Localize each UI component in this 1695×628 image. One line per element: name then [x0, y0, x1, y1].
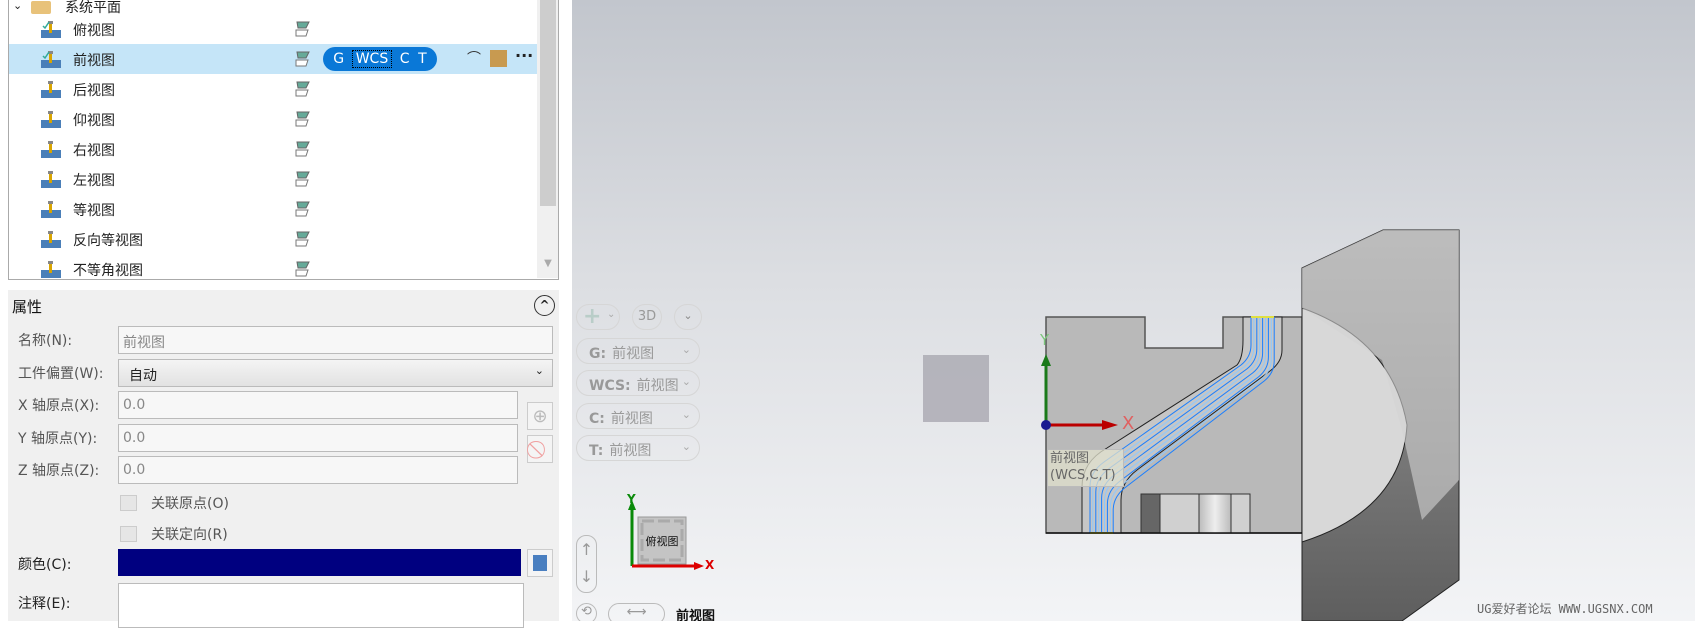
tree-row-label: 左视图: [73, 173, 115, 189]
assoc-origin-checkbox[interactable]: [120, 495, 137, 511]
tree-row[interactable]: 不等角视图: [9, 254, 538, 279]
regenerate-icon[interactable]: [293, 259, 313, 279]
pill-g[interactable]: G: [333, 51, 344, 67]
tree-row-label: 等视图: [73, 203, 115, 219]
wcs-view-label: 前视图 (WCS,C,T): [1047, 449, 1124, 487]
plane-icon: [41, 261, 61, 278]
plane-icon: [41, 51, 61, 68]
offset-select[interactable]: 自动 ⌄: [118, 359, 553, 387]
pill-c[interactable]: C: [400, 51, 410, 67]
plane-icon: [41, 111, 61, 128]
crosshair-icon: ⊕: [532, 405, 548, 427]
scene: [628, 229, 1460, 621]
tree-row[interactable]: 反向等视图: [9, 224, 538, 254]
offset-value: 自动: [129, 368, 157, 384]
pan-vertical-button[interactable]: ↑ ↓: [576, 535, 597, 593]
tree-row-label: 不等角视图: [73, 263, 143, 279]
tree-row-label: 前视图: [73, 53, 115, 69]
regenerate-icon[interactable]: [293, 139, 313, 159]
color-label: 颜色(C):: [18, 557, 72, 573]
color-swatch[interactable]: [118, 549, 521, 576]
name-label: 名称(N):: [18, 333, 73, 349]
triad-y-label: Y: [627, 492, 636, 506]
splitter[interactable]: [559, 0, 572, 621]
reset-button[interactable]: ⃠: [527, 435, 553, 463]
point-picker-button[interactable]: ⊕: [527, 402, 553, 430]
plane-icon: [41, 231, 61, 248]
pill-t[interactable]: T: [418, 51, 427, 67]
csys-pill[interactable]: G WCS C T: [323, 47, 437, 71]
collapse-button[interactable]: ^: [534, 295, 555, 316]
visibility-icon[interactable]: ⌒: [467, 48, 481, 68]
cursor-icon: [533, 555, 547, 571]
pill-wcs[interactable]: WCS: [351, 50, 393, 68]
triad-face-label[interactable]: 俯视图: [642, 533, 682, 549]
z-origin-label: Z 轴原点(Z):: [18, 463, 100, 479]
offset-label: 工件偏置(W):: [18, 366, 104, 382]
part-model[interactable]: [923, 229, 1460, 621]
tree-row[interactable]: 右视图: [9, 134, 538, 164]
color-picker-button[interactable]: [527, 549, 553, 577]
regenerate-icon[interactable]: [293, 49, 313, 69]
plane-icon: [41, 21, 61, 38]
triad-x-label: X: [705, 558, 715, 572]
tree-row-label: 反向等视图: [73, 233, 143, 249]
graphics-viewport[interactable]: + ⌄ 3D ⌄ G: 前视图 ⌄ WCS: 前视图 ⌄ C: 前视图 ⌄ T: 前视图 ⌄: [572, 0, 1695, 621]
name-field[interactable]: 前视图: [118, 326, 553, 354]
regenerate-icon[interactable]: [293, 79, 313, 99]
properties-panel: 属性 ^ 名称(N): 前视图 工件偏置(W): 自动 ⌄ X 轴原点(X): 0…: [8, 290, 559, 628]
wcs-label-line1: 前视图: [1050, 451, 1090, 466]
scrollbar-thumb[interactable]: [540, 0, 556, 206]
regenerate-icon[interactable]: [293, 169, 313, 189]
tree-row[interactable]: 后视图: [9, 74, 538, 104]
assoc-origin-label: 关联原点(O): [151, 496, 229, 512]
folder-icon: [31, 1, 51, 14]
note-field[interactable]: [118, 583, 524, 628]
x-origin-field[interactable]: 0.0: [118, 391, 518, 419]
regenerate-icon[interactable]: [293, 19, 313, 39]
tree-row[interactable]: 左视图: [9, 164, 538, 194]
tree-row-label: 后视图: [73, 83, 115, 99]
more-icon[interactable]: ···: [515, 46, 533, 65]
assoc-orient-checkbox[interactable]: [120, 526, 137, 542]
plane-icon: [41, 171, 61, 188]
properties-title: 属性: [12, 298, 43, 316]
tree-row[interactable]: 仰视图: [9, 104, 538, 134]
plane-icon: [41, 141, 61, 158]
wcs-y-label: Y: [1040, 331, 1050, 349]
note-label: 注释(E):: [18, 596, 71, 612]
y-origin-label: Y 轴原点(Y):: [18, 431, 98, 447]
pan-horizontal-button[interactable]: ⟷: [608, 603, 665, 621]
chevron-down-icon: ⌄: [534, 364, 544, 377]
tree-row-label: 仰视图: [73, 113, 115, 129]
tree-row[interactable]: 前视图 G WCS C T ⌒ ···: [9, 44, 538, 74]
y-origin-field[interactable]: 0.0: [118, 424, 518, 452]
x-origin-label: X 轴原点(X):: [18, 398, 100, 414]
watermark: UG爱好者论坛 WWW.UGSNX.COM: [1477, 602, 1653, 616]
box-icon[interactable]: [490, 50, 507, 67]
regenerate-icon[interactable]: [293, 229, 313, 249]
rotate-button[interactable]: ⟲: [576, 603, 597, 621]
tree-row[interactable]: 俯视图: [9, 14, 538, 44]
wcs-label-line2: (WCS,C,T): [1050, 468, 1116, 483]
tree-row[interactable]: 等视图: [9, 194, 538, 224]
tree-row-label: 右视图: [73, 143, 115, 159]
z-origin-field[interactable]: 0.0: [118, 456, 518, 484]
tree-row-label: 俯视图: [73, 23, 115, 39]
plane-icon: [41, 201, 61, 218]
plane-icon: [41, 81, 61, 98]
assoc-orient-label: 关联定向(R): [151, 527, 228, 543]
regenerate-icon[interactable]: [293, 109, 313, 129]
chevron-down-icon[interactable]: ⌄: [13, 0, 22, 12]
wcs-x-label: X: [1122, 413, 1135, 434]
plane-tree: ⌄ 系统平面 俯视图 前视图 G WCS C T ⌒ ··· 后视图 仰视图 右视图 左视…: [8, 0, 559, 280]
regenerate-icon[interactable]: [293, 199, 313, 219]
scroll-down-icon[interactable]: ▼: [540, 258, 556, 276]
current-view-label: 前视图: [676, 609, 716, 621]
